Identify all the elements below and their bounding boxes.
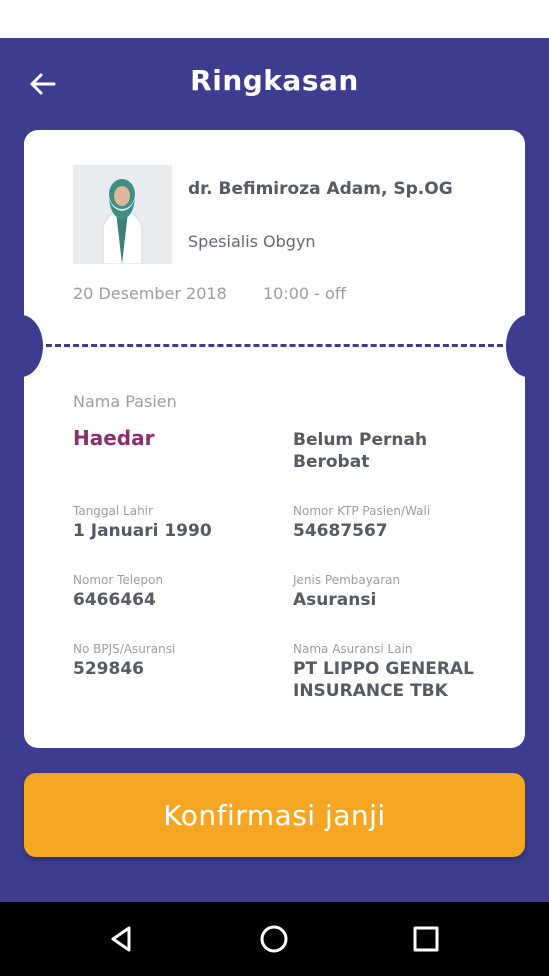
system-nav-bar [0,902,549,976]
field-label: No BPJS/Asuransi [73,642,176,656]
status-bar [0,0,549,38]
field-value: 529846 [73,659,144,679]
app-screen: Ringkasan dr. Befimiroza Adam, Sp.OG Spe… [0,38,549,902]
appointment-time: 10:00 - off [263,284,346,303]
patient-name: Haedar [73,426,155,450]
patient-status: Belum Pernah Berobat [293,430,428,472]
field-label: Nomor KTP Pasien/Wali [293,504,431,518]
birth-date-field: Tanggal Lahir 1 Januari 1990 [73,504,283,542]
field-value: 54687567 [293,521,388,541]
doctor-specialty: Spesialis Obgyn [188,232,316,251]
field-label: Nomor Telepon [73,573,164,587]
field-value: 6466464 [73,590,156,610]
field-value: PT LIPPO GENERAL INSURANCE TBK [293,659,474,701]
ktp-number-field: Nomor KTP Pasien/Wali 54687567 [293,504,503,542]
nav-recents-button[interactable] [406,919,446,959]
ticket-divider [46,344,503,347]
summary-card: dr. Befimiroza Adam, Sp.OG Spesialis Obg… [24,130,525,748]
ticket-notch-right [506,315,525,377]
field-value: Asuransi [293,590,377,610]
doctor-photo [73,165,172,264]
nav-home-icon [260,925,288,953]
nav-home-button[interactable] [254,919,294,959]
patient-name-label: Nama Pasien [73,392,177,411]
nav-recents-icon [413,926,439,952]
nav-back-button[interactable] [102,919,142,959]
field-value: 1 Januari 1990 [73,521,212,541]
field-label: Tanggal Lahir [73,504,153,518]
field-label: Nama Asuransi Lain [293,642,413,656]
confirm-appointment-button[interactable]: Konfirmasi janji [24,773,525,857]
payment-type-field: Jenis Pembayaran Asuransi [293,573,503,611]
page-title: Ringkasan [190,64,359,97]
other-insurance-field: Nama Asuransi Lain PT LIPPO GENERAL INSU… [293,642,503,702]
appointment-date: 20 Desember 2018 [73,284,227,303]
phone-number-field: Nomor Telepon 6466464 [73,573,283,611]
doctor-name: dr. Befimiroza Adam, Sp.OG [188,179,453,199]
field-label: Jenis Pembayaran [293,573,401,587]
bpjs-number-field: No BPJS/Asuransi 529846 [73,642,283,680]
ticket-notch-left [24,315,43,377]
nav-back-icon [111,926,131,952]
